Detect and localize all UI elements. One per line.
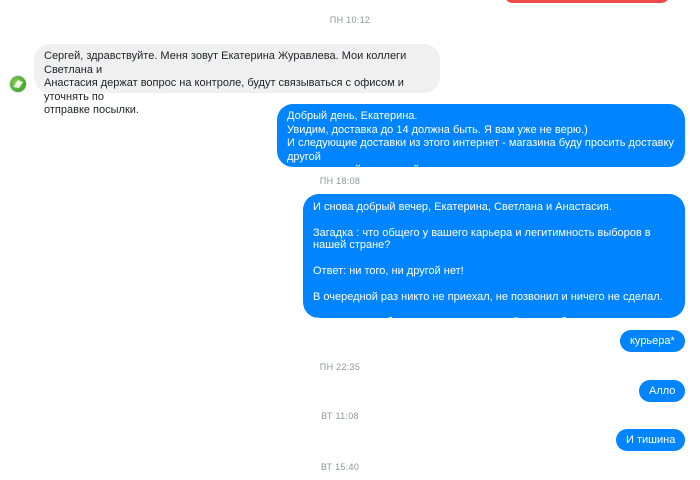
timestamp: ПН 10:12 bbox=[329, 15, 371, 25]
outgoing-message[interactable]: И тишина bbox=[616, 429, 686, 451]
timestamp: ПН 22:35 bbox=[319, 362, 361, 372]
timestamp: ВТ 15:40 bbox=[320, 462, 360, 472]
timestamp: ВТ 11:08 bbox=[321, 411, 359, 421]
outgoing-message[interactable]: курьера* bbox=[620, 330, 685, 352]
outgoing-message[interactable]: И снова добрый вечер, Екатерина, Светлан… bbox=[303, 194, 685, 341]
chat-thread: ПН 10:12 Сергей, здравствуйте. Меня зову… bbox=[0, 0, 700, 480]
outgoing-message[interactable]: Добрый день, Екатерина. Увидим, доставка… bbox=[277, 104, 685, 176]
incoming-message[interactable]: Сергей, здравствуйте. Меня зовут Екатери… bbox=[34, 44, 440, 116]
timestamp: ПН 18:08 bbox=[319, 176, 361, 186]
outgoing-message[interactable]: Алло bbox=[639, 380, 686, 402]
avatar-icon[interactable] bbox=[10, 76, 26, 92]
cut-off-message-bubble[interactable] bbox=[504, 0, 670, 3]
